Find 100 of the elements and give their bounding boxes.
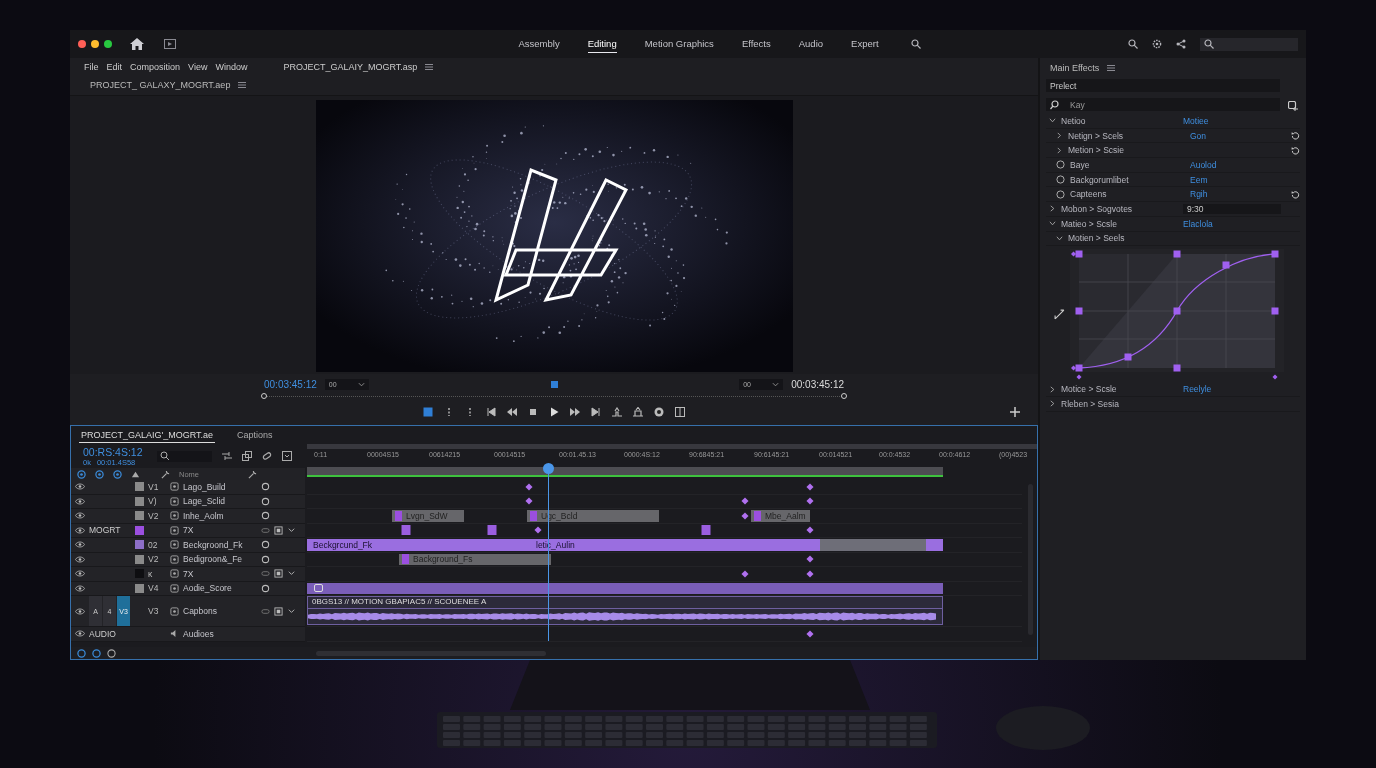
curve-handle[interactable]	[1173, 364, 1181, 372]
property-value[interactable]: Motiee	[1183, 115, 1209, 126]
link-icon[interactable]	[262, 451, 272, 461]
circle-icon[interactable]	[261, 496, 270, 506]
chevron-down-icon[interactable]	[1049, 220, 1056, 228]
circle-icon[interactable]	[261, 554, 270, 564]
curve-handle[interactable]	[1222, 261, 1230, 269]
menu-item[interactable]: Edit	[106, 61, 123, 72]
circle-icon[interactable]	[261, 482, 270, 492]
source-tab[interactable]: PROJECT_GALAIY_MOGRT.asp	[283, 61, 418, 72]
property-value[interactable]: Elaclola	[1183, 218, 1213, 229]
stack-icon[interactable]	[274, 569, 283, 579]
menu-icon[interactable]	[238, 82, 247, 88]
timeline-tab[interactable]: Captions	[235, 427, 275, 443]
lift-icon[interactable]	[612, 407, 622, 417]
nest-icon[interactable]	[242, 451, 252, 461]
circle-icon[interactable]	[261, 540, 270, 550]
add-button-icon[interactable]	[1010, 407, 1020, 417]
curve-handle[interactable]	[1271, 250, 1279, 258]
maximize-window-icon[interactable]	[104, 40, 112, 48]
property-value[interactable]: Reelyle	[1183, 384, 1212, 395]
circle-icon[interactable]	[261, 583, 270, 593]
workspace-tab[interactable]: Assembly	[518, 35, 560, 53]
menu-item[interactable]: View	[188, 61, 208, 72]
eye-toggle-icon[interactable]	[77, 469, 86, 479]
eye-icon[interactable]	[75, 584, 85, 592]
track-name[interactable]: Lago_Build	[183, 481, 257, 492]
rewind-icon[interactable]	[507, 407, 517, 417]
new-bin-icon[interactable]	[1288, 100, 1298, 111]
menu-icon[interactable]	[1107, 65, 1116, 71]
keyframe-icon[interactable]	[487, 525, 497, 536]
eye-icon[interactable]	[75, 607, 85, 615]
stack-icon[interactable]	[274, 606, 283, 616]
track-name[interactable]: Beckgroond_Fk	[183, 539, 257, 550]
extract-icon[interactable]	[633, 407, 643, 417]
radio-circle-icon[interactable]	[1056, 160, 1065, 170]
eye-icon[interactable]	[75, 630, 85, 638]
eye-icon[interactable]	[75, 497, 85, 505]
curve-handle[interactable]	[1173, 250, 1181, 258]
frame-icon[interactable]	[164, 39, 176, 49]
chevron-right-icon[interactable]	[1049, 385, 1056, 393]
caption-clip[interactable]: 0BGS13 // MOTION GBAPIAC5 // SCOUENEE A	[307, 596, 943, 625]
timeline-tab[interactable]: PROJECT_GALAIG'_MOGRT.ae	[79, 427, 216, 443]
track-name[interactable]: Capbons	[183, 606, 257, 616]
color-swatch[interactable]	[135, 511, 144, 521]
color-swatch[interactable]	[135, 540, 144, 550]
lock-toggle-icon[interactable]	[95, 469, 104, 479]
curve-handle[interactable]	[1075, 364, 1083, 372]
eye-icon[interactable]	[75, 483, 85, 491]
workspace-tab[interactable]: Audio	[798, 35, 824, 53]
eye-icon[interactable]	[75, 526, 85, 534]
close-window-icon[interactable]	[78, 40, 86, 48]
keyframe-icon[interactable]	[701, 525, 711, 536]
track-name[interactable]: 7X	[183, 568, 257, 579]
square-icon[interactable]	[423, 407, 433, 417]
keyframe-icon[interactable]	[806, 630, 814, 638]
marker-panel-icon[interactable]	[282, 451, 292, 461]
stop-icon[interactable]	[528, 407, 538, 417]
color-swatch[interactable]	[135, 482, 144, 492]
clip[interactable]: letic_Aulin	[530, 539, 943, 551]
chevron-right-icon[interactable]	[1049, 205, 1056, 213]
track-name[interactable]: Bedigroon&_Fe	[183, 554, 257, 565]
minimize-window-icon[interactable]	[91, 40, 99, 48]
eye-icon[interactable]	[75, 555, 85, 563]
radio-circle-icon[interactable]	[1056, 175, 1065, 185]
curve-handle[interactable]	[1075, 307, 1083, 315]
circle-icon[interactable]	[261, 511, 270, 521]
stack-icon[interactable]	[274, 525, 283, 535]
diagonal-arrow-icon[interactable]	[1054, 308, 1065, 320]
search-icon[interactable]	[1128, 39, 1138, 49]
track-name[interactable]: Aodie_Score	[183, 583, 257, 594]
menu-item[interactable]: Composition	[130, 61, 181, 72]
workspace-tab[interactable]: Metion Graphics	[644, 35, 714, 53]
property-value[interactable]: Eem	[1190, 174, 1208, 185]
reset-icon[interactable]	[1291, 145, 1300, 155]
workspace-tab[interactable]: Editing	[587, 35, 617, 53]
work-area-bar[interactable]	[307, 467, 943, 477]
track-name[interactable]: 7X	[183, 525, 257, 536]
chevron-down-icon[interactable]	[1049, 117, 1056, 125]
workspace-tab[interactable]: Effects	[741, 35, 771, 53]
keyframe-icon[interactable]	[741, 570, 749, 578]
radio-circle-icon[interactable]	[1056, 189, 1065, 199]
curve-handle[interactable]	[1271, 307, 1279, 315]
color-swatch[interactable]	[135, 583, 144, 593]
menu-item[interactable]: Window	[215, 61, 248, 72]
keyframe-icon[interactable]	[1272, 374, 1278, 380]
keyframe-icon[interactable]	[401, 525, 411, 536]
chevron-down-icon[interactable]	[287, 606, 296, 616]
camera-icon[interactable]	[654, 407, 664, 417]
color-swatch[interactable]	[135, 525, 144, 535]
property-value[interactable]: Rgih	[1190, 189, 1208, 200]
clip[interactable]: Beckgrcund_Fk	[307, 539, 530, 551]
keyframe-icon[interactable]	[806, 526, 814, 534]
color-swatch[interactable]	[135, 554, 144, 564]
home-icon[interactable]	[130, 38, 144, 50]
curve-handle[interactable]	[1173, 307, 1181, 315]
solo-toggle-icon[interactable]	[113, 469, 122, 479]
fast-forward-icon[interactable]	[570, 407, 580, 417]
keyframe-icon[interactable]	[534, 526, 542, 534]
step-forward-icon[interactable]	[591, 407, 601, 417]
